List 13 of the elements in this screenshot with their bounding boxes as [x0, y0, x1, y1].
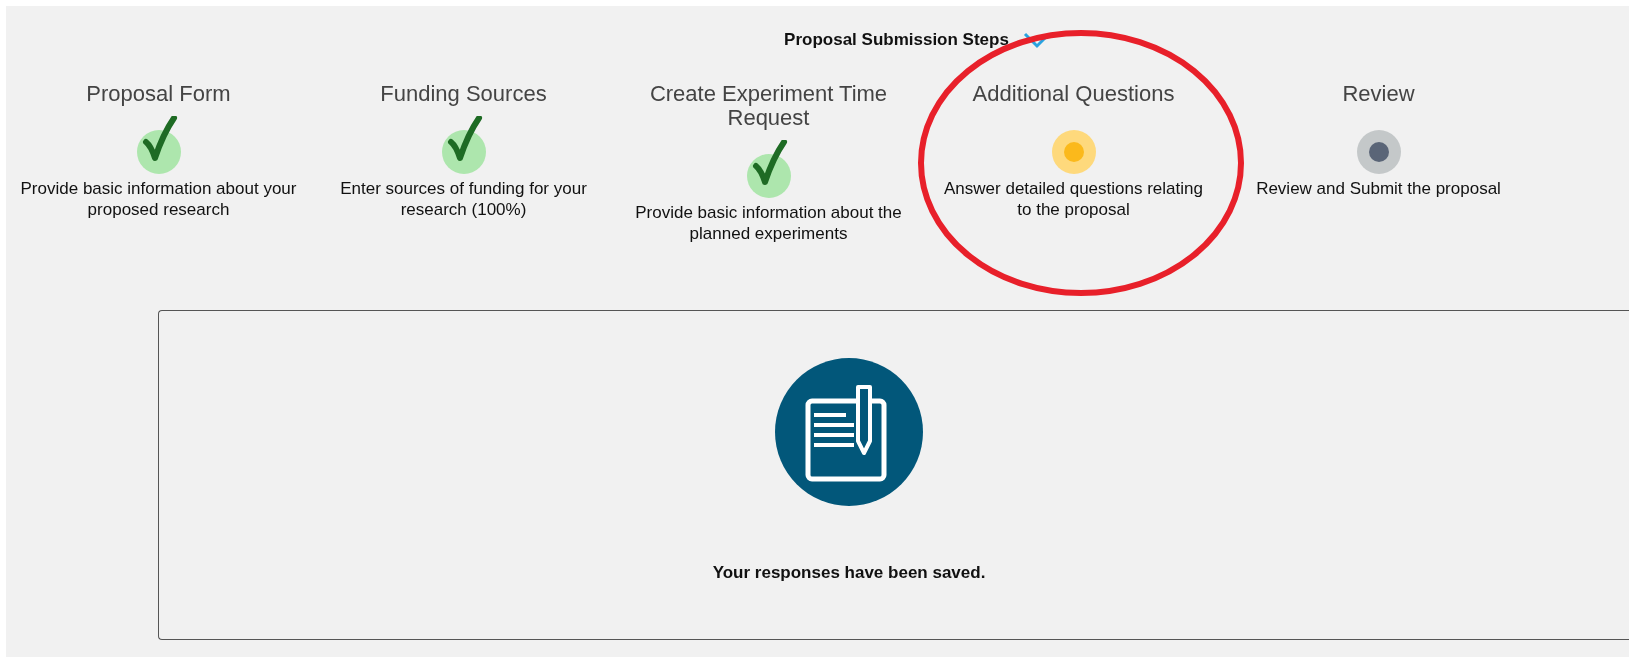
- step-description: Review and Submit the proposal: [1255, 178, 1502, 199]
- step-title[interactable]: Funding Sources: [323, 82, 604, 106]
- step-description: Provide basic information about your proposed research: [20, 178, 297, 220]
- step-description: Provide basic information about the planned experiments: [634, 202, 903, 244]
- step-title[interactable]: Proposal Form: [18, 82, 299, 106]
- document-pen-icon: [774, 357, 924, 507]
- steps-title: Proposal Submission Steps: [784, 30, 1009, 50]
- step-title[interactable]: Additional Questions: [933, 82, 1214, 106]
- saved-message: Your responses have been saved.: [712, 563, 986, 583]
- step-description: Enter sources of funding for your research (100%): [339, 178, 588, 220]
- step-description: Answer detailed questions relating to the proposal: [943, 178, 1204, 220]
- step-title[interactable]: Review: [1238, 82, 1519, 106]
- step-title[interactable]: Create Experiment Time Request: [628, 82, 909, 130]
